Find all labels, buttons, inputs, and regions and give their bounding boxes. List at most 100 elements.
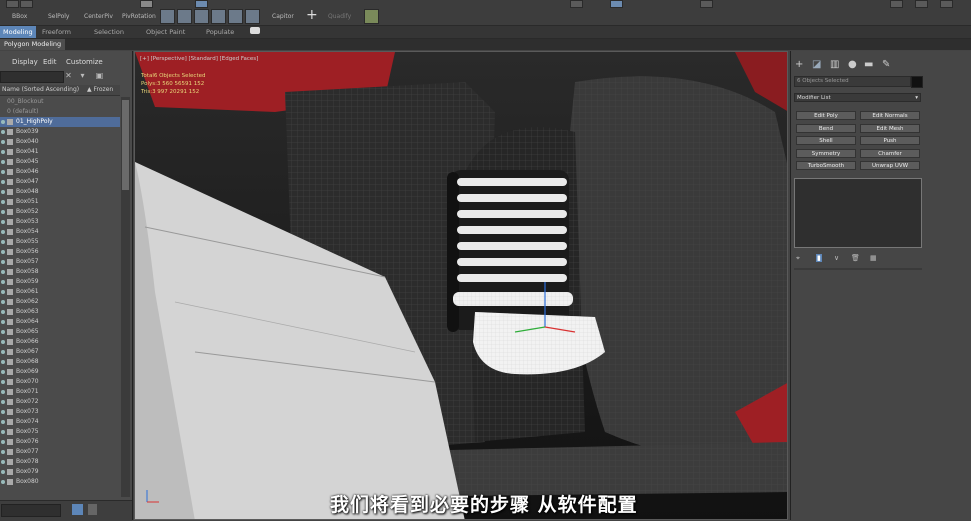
visibility-icon[interactable] xyxy=(1,270,5,274)
remove-modifier-icon[interactable]: 🗑 xyxy=(851,254,860,262)
visibility-icon[interactable] xyxy=(1,280,5,284)
show-end-result-icon[interactable]: ▮ xyxy=(816,254,822,262)
visibility-icon[interactable] xyxy=(1,480,5,484)
list-item[interactable]: Box045 xyxy=(0,157,120,167)
list-item[interactable]: Box065 xyxy=(0,327,120,337)
visibility-icon[interactable] xyxy=(1,360,5,364)
column-header[interactable]: Name (Sorted Ascending) ▲ Frozen xyxy=(0,85,120,96)
visibility-icon[interactable] xyxy=(1,310,5,314)
link-icon[interactable] xyxy=(140,0,153,8)
list-item[interactable]: Box077 xyxy=(0,447,120,457)
list-item[interactable]: Box066 xyxy=(0,337,120,347)
configure-icon[interactable]: ▦ xyxy=(870,254,877,262)
unique-icon[interactable]: ∨ xyxy=(834,254,839,262)
visibility-icon[interactable] xyxy=(1,180,5,184)
visibility-icon[interactable] xyxy=(1,450,5,454)
visibility-icon[interactable] xyxy=(1,240,5,244)
tab-modeling[interactable]: Modeling xyxy=(0,26,36,38)
tool-icon[interactable] xyxy=(211,9,226,24)
scrollbar-thumb[interactable] xyxy=(122,100,129,190)
list-item[interactable]: Box067 xyxy=(0,347,120,357)
visibility-icon[interactable] xyxy=(1,190,5,194)
visibility-icon[interactable] xyxy=(1,160,5,164)
lock-icon[interactable]: ▣ xyxy=(95,71,104,80)
list-item[interactable]: Box061 xyxy=(0,287,120,297)
ribbon-toggle-icon[interactable] xyxy=(250,27,260,34)
layer-row-selected[interactable]: 01_HighPoly xyxy=(0,117,120,127)
list-item[interactable]: Box079 xyxy=(0,467,120,477)
toolbar-icon[interactable] xyxy=(940,0,953,8)
menu-edit[interactable]: Edit xyxy=(43,58,57,66)
pivrotation-button[interactable]: PivRotation xyxy=(122,13,156,20)
display-tab-icon[interactable]: ▬ xyxy=(864,59,873,70)
modifier-button[interactable]: Bend xyxy=(796,123,856,133)
perspective-viewport[interactable] xyxy=(134,51,788,520)
object-color-swatch[interactable] xyxy=(911,76,923,88)
menu-display[interactable]: Display xyxy=(12,58,38,66)
selection-name-field[interactable]: 6 Objects Selected xyxy=(794,76,911,87)
frozen-header[interactable]: ▲ Frozen xyxy=(87,86,113,93)
motion-tab-icon[interactable]: ● xyxy=(848,59,857,70)
visibility-icon[interactable] xyxy=(1,210,5,214)
layers-icon[interactable] xyxy=(72,504,83,515)
layer-row[interactable]: 00_Blockout xyxy=(0,97,120,107)
list-item[interactable]: Box072 xyxy=(0,397,120,407)
undo-icon[interactable] xyxy=(6,0,19,8)
visibility-icon[interactable] xyxy=(1,260,5,264)
modifier-button[interactable]: Chamfer xyxy=(860,148,920,158)
list-item[interactable]: Box071 xyxy=(0,387,120,397)
create-tab-icon[interactable]: + xyxy=(795,59,803,70)
modifier-button[interactable]: Edit Mesh xyxy=(860,123,920,133)
centerpiv-button[interactable]: CenterPiv xyxy=(84,13,113,20)
list-item[interactable]: Box078 xyxy=(0,457,120,467)
list-item[interactable]: Box069 xyxy=(0,367,120,377)
list-item[interactable]: Box055 xyxy=(0,237,120,247)
list-item[interactable]: Box080 xyxy=(0,477,120,487)
list-item[interactable]: Box074 xyxy=(0,417,120,427)
toolbar-icon[interactable] xyxy=(915,0,928,8)
visibility-icon[interactable] xyxy=(1,330,5,334)
list-item[interactable]: Box073 xyxy=(0,407,120,417)
list-item[interactable]: Box053 xyxy=(0,217,120,227)
list-item[interactable]: Box051 xyxy=(0,197,120,207)
hierarchy-tab-icon[interactable]: ▥ xyxy=(830,59,839,70)
layer-dropdown[interactable] xyxy=(1,504,61,517)
visibility-icon[interactable] xyxy=(1,470,5,474)
visibility-icon[interactable] xyxy=(1,380,5,384)
visibility-icon[interactable] xyxy=(1,440,5,444)
list-item[interactable]: Box041 xyxy=(0,147,120,157)
tab-polygon-modeling[interactable]: Polygon Modeling xyxy=(0,39,66,50)
modifier-button[interactable]: Push xyxy=(860,136,920,145)
select-icon[interactable] xyxy=(195,0,208,8)
toolbar-icon[interactable] xyxy=(700,0,713,8)
visibility-icon[interactable] xyxy=(1,390,5,394)
toolbar-icon[interactable] xyxy=(570,0,583,8)
utilities-tab-icon[interactable]: ✎ xyxy=(882,59,890,70)
clear-icon[interactable]: ✕ xyxy=(64,71,73,80)
modifier-button[interactable]: TurboSmooth xyxy=(796,161,856,170)
visibility-icon[interactable] xyxy=(1,120,5,124)
list-item[interactable]: Box064 xyxy=(0,317,120,327)
visibility-icon[interactable] xyxy=(1,460,5,464)
tool-icon[interactable] xyxy=(194,9,209,24)
pin-icon[interactable]: ⌖ xyxy=(796,254,800,263)
search-input[interactable] xyxy=(0,71,64,83)
modifier-button[interactable]: Shell xyxy=(796,136,856,145)
list-item[interactable]: Box076 xyxy=(0,437,120,447)
list-item[interactable]: Box057 xyxy=(0,257,120,267)
modifier-list-dropdown[interactable]: Modifier List ▾ xyxy=(794,93,921,102)
menu-customize[interactable]: Customize xyxy=(66,58,103,66)
visibility-icon[interactable] xyxy=(1,170,5,174)
tab-object-paint[interactable]: Object Paint xyxy=(146,28,185,36)
list-item[interactable]: Box058 xyxy=(0,267,120,277)
visibility-icon[interactable] xyxy=(1,130,5,134)
hierarchy-icon[interactable] xyxy=(88,504,97,515)
visibility-icon[interactable] xyxy=(1,220,5,224)
list-item[interactable]: Box075 xyxy=(0,427,120,437)
visibility-icon[interactable] xyxy=(1,300,5,304)
tab-freeform[interactable]: Freeform xyxy=(42,28,71,36)
list-item[interactable]: Box059 xyxy=(0,277,120,287)
visibility-icon[interactable] xyxy=(1,140,5,144)
list-item[interactable]: Box062 xyxy=(0,297,120,307)
plus-icon[interactable]: + xyxy=(306,7,318,23)
